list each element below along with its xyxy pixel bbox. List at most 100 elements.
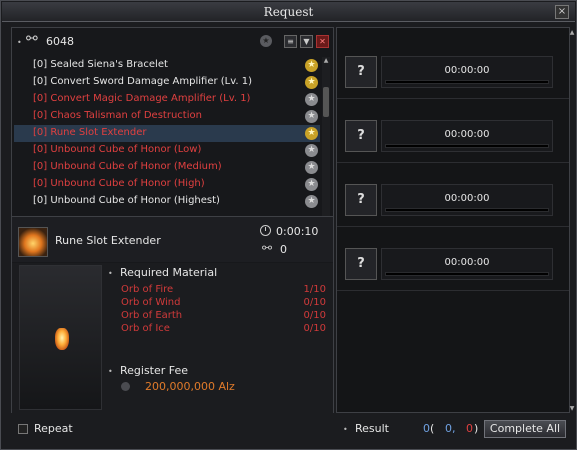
list-header: • ⚯ 6048 ★ ≡ ▼ ✕ [12,28,333,56]
clock-icon [260,225,271,236]
slot-time: 00:00:00 [444,193,490,204]
favorite-star-icon[interactable]: ★ [305,110,318,123]
progress-bar [385,144,549,148]
favorite-star-icon[interactable]: ★ [305,127,318,140]
bullet-icon: • [343,425,348,434]
list-item-label: [0] Convert Sword Damage Amplifier (Lv. … [33,76,253,87]
craft-slot[interactable]: ? 00:00:00 [343,246,565,286]
slot-time: 00:00:00 [444,65,490,76]
material-quantity: 1/10 [303,284,326,295]
selected-item-header: Rune Slot Extender 0:00:10 ⚯ 0 [12,216,333,262]
list-item-label: [0] Chaos Talisman of Destruction [33,110,202,121]
scroll-up-icon[interactable]: ▲ [568,29,576,37]
favorite-star-icon[interactable]: ★ [305,161,318,174]
list-item[interactable]: [0] Unbound Cube of Honor (High) ★ [14,176,320,193]
favorite-star-icon[interactable]: ★ [305,76,318,89]
item-icon [18,227,48,257]
slot-divider [337,226,569,227]
slot-time: 00:00:00 [444,257,490,268]
bullet-icon: • [108,367,113,376]
list-item[interactable]: [0] Chaos Talisman of Destruction ★ [14,108,320,125]
scroll-up-icon[interactable]: ▲ [322,57,330,65]
scroll-down-icon[interactable]: ▼ [568,405,576,413]
craft-slot[interactable]: ? 00:00:00 [343,118,565,158]
slot-divider [337,290,569,291]
result-label: Result [355,422,389,435]
repeat-label: Repeat [34,422,73,435]
slot-divider [337,162,569,163]
favorite-star-icon[interactable]: ★ [305,178,318,191]
register-fee-label: Register Fee [120,364,189,377]
request-window: Request × • ⚯ 6048 ★ ≡ ▼ ✕ [0] Sealed Si… [0,0,577,450]
material-quantity: 0/10 [303,323,326,334]
unknown-item-icon[interactable]: ? [345,248,377,280]
scroll-thumb[interactable] [323,87,329,117]
list-item[interactable]: [0] Rune Slot Extender ★ [14,125,320,142]
material-name: Orb of Fire [121,284,174,295]
list-item-label: [0] Unbound Cube of Honor (High) [33,178,205,189]
material-quantity: 0/10 [303,310,326,321]
item-preview [19,265,102,410]
item-count: 6048 [46,35,74,48]
slot-divider [337,98,569,99]
repeat-checkbox[interactable] [18,424,28,434]
bullet-icon: • [108,269,113,278]
trash-button[interactable]: ✕ [316,35,329,48]
result-success: 0, [445,422,456,435]
favorite-star-icon[interactable]: ★ [305,144,318,157]
result-fail: 0 [466,422,473,435]
list-item[interactable]: [0] Unbound Cube of Honor (Highest) ★ [14,193,320,210]
result-close-paren: ) [474,422,479,435]
sort-button[interactable]: ≡ [284,35,297,48]
craft-slot[interactable]: ? 00:00:00 [343,54,565,94]
crafting-slots-panel: ? 00:00:00? 00:00:00? 00:00:00? 00:00:00 [336,27,570,413]
material-detail: • Required Material Orb of Fire 1/10 Orb o… [12,263,333,413]
required-material-label: Required Material [120,266,218,279]
title-bar[interactable]: Request × [2,2,575,22]
craft-slot[interactable]: ? 00:00:00 [343,182,565,222]
favorite-filter-button[interactable]: ★ [260,35,272,47]
material-quantity: 0/10 [303,297,326,308]
selected-item-name: Rune Slot Extender [55,234,161,247]
link-count: 0 [280,243,287,256]
request-list-panel: • ⚯ 6048 ★ ≡ ▼ ✕ [0] Sealed Siena's Brac… [11,27,334,413]
favorite-star-icon[interactable]: ★ [305,93,318,106]
window-title: Request [263,5,314,19]
result-total: 0 [423,422,430,435]
list-item[interactable]: [0] Convert Sword Damage Amplifier (Lv. … [14,74,320,91]
close-button[interactable]: × [555,5,569,19]
list-item[interactable]: [0] Unbound Cube of Honor (Medium) ★ [14,159,320,176]
register-fee-value: 200,000,000 Alz [145,380,235,393]
list-item[interactable]: [0] Sealed Siena's Bracelet ★ [14,57,320,74]
list-item-label: [0] Convert Magic Damage Amplifier (Lv. … [33,93,251,104]
favorite-star-icon[interactable]: ★ [305,195,318,208]
list-item[interactable]: [0] Unbound Cube of Honor (Low) ★ [14,142,320,159]
filter-button[interactable]: ▼ [300,35,313,48]
progress-bar [385,208,549,212]
progress-bar [385,80,549,84]
complete-all-button[interactable]: Complete All [484,420,566,438]
result-open-paren: ( [430,422,435,435]
right-scrollbar[interactable]: ▲ ▼ [568,29,576,413]
material-name: Orb of Earth [121,310,183,321]
unknown-item-icon[interactable]: ? [345,120,377,152]
list-item[interactable]: [0] Convert Magic Damage Amplifier (Lv. … [14,91,320,108]
request-list: [0] Sealed Siena's Bracelet ★ [0] Convert … [14,57,320,239]
slot-time: 00:00:00 [444,129,490,140]
list-scrollbar[interactable]: ▲ ▼ [322,57,330,242]
list-item-label: [0] Unbound Cube of Honor (Medium) [33,161,222,172]
list-item-label: [0] Sealed Siena's Bracelet [33,59,168,70]
unknown-item-icon[interactable]: ? [345,184,377,216]
material-name: Orb of Ice [121,323,170,334]
favorite-star-icon[interactable]: ★ [305,59,318,72]
list-item-label: [0] Unbound Cube of Honor (Low) [33,144,202,155]
list-item-label: [0] Unbound Cube of Honor (Highest) [33,195,220,206]
gem-icon [55,328,69,350]
craft-time: 0:00:10 [276,225,319,238]
material-name: Orb of Wind [121,297,181,308]
unknown-item-icon[interactable]: ? [345,56,377,88]
link-icon: ⚯ [26,31,38,47]
progress-bar [385,272,549,276]
coin-icon [121,382,130,391]
link-icon: ⚯ [262,241,273,255]
